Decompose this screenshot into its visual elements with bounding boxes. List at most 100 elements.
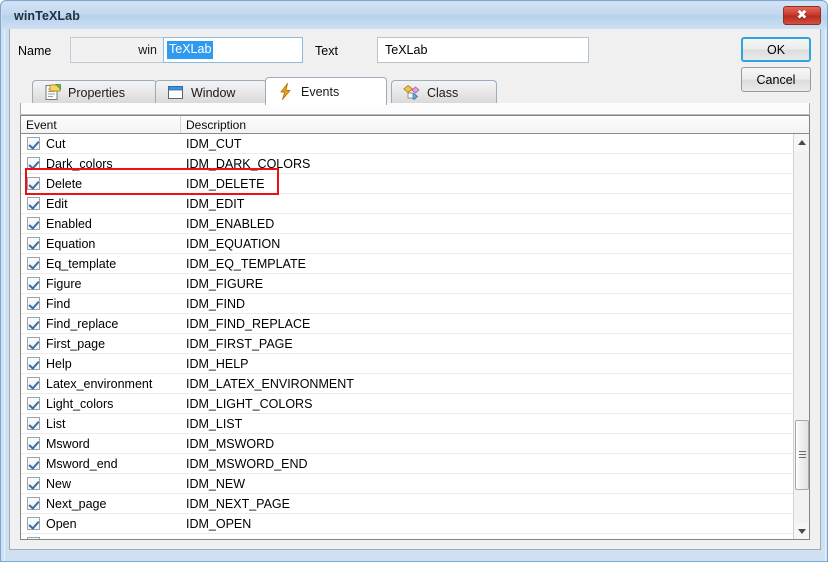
tab-properties-label: Properties bbox=[68, 85, 125, 100]
close-button[interactable]: ✖ bbox=[783, 6, 821, 25]
checkbox-checked-icon[interactable] bbox=[27, 517, 40, 530]
table-row[interactable]: Find_replace IDM_FIND_REPLACE bbox=[21, 314, 793, 334]
row-description-cell: IDM_DELETE bbox=[186, 176, 265, 191]
row-event-cell: Find_replace bbox=[21, 317, 181, 331]
checkbox-checked-icon[interactable] bbox=[27, 177, 40, 190]
row-event-label: Dark_colors bbox=[46, 156, 113, 171]
checkbox-checked-icon[interactable] bbox=[27, 437, 40, 450]
name-field-group: win TeXLab bbox=[70, 37, 303, 63]
row-event-cell: Msword_end bbox=[21, 457, 181, 471]
row-event-label: List bbox=[46, 416, 66, 431]
row-description-cell: IDM_LIST bbox=[186, 416, 243, 431]
row-event-cell: Dark_colors bbox=[21, 157, 181, 171]
table-row[interactable]: Find IDM_FIND bbox=[21, 294, 793, 314]
table-row[interactable]: Equation IDM_EQUATION bbox=[21, 234, 793, 254]
row-description-cell: IDM_NEW bbox=[186, 476, 246, 491]
row-description-cell: IDM_NEXT_PAGE bbox=[186, 496, 290, 511]
dialog-bottom-padding bbox=[10, 541, 820, 549]
dialog-client-area: Name win TeXLab Text TeXLab OK Cancel Pr… bbox=[9, 29, 821, 550]
row-description-cell: IDM_MSWORD bbox=[186, 436, 275, 451]
checkbox-checked-icon[interactable] bbox=[27, 297, 40, 310]
row-event-cell: First_page bbox=[21, 337, 181, 351]
tab-events[interactable]: Events bbox=[265, 77, 387, 105]
checkbox-checked-icon[interactable] bbox=[27, 357, 40, 370]
checkbox-checked-icon[interactable] bbox=[27, 257, 40, 270]
scrollbar-thumb[interactable] bbox=[795, 420, 809, 490]
row-description-cell: IDM_FIRST_PAGE bbox=[186, 336, 293, 351]
row-event-label: Edit bbox=[46, 196, 68, 211]
table-row[interactable]: First_page IDM_FIRST_PAGE bbox=[21, 334, 793, 354]
checkbox-checked-icon[interactable] bbox=[27, 337, 40, 350]
checkbox-checked-icon[interactable] bbox=[27, 397, 40, 410]
row-event-cell: Light_colors bbox=[21, 397, 181, 411]
table-row[interactable]: Eq_template IDM_EQ_TEMPLATE bbox=[21, 254, 793, 274]
checkbox-checked-icon[interactable] bbox=[27, 317, 40, 330]
row-description-cell: IDM_ENABLED bbox=[186, 216, 275, 231]
row-description-cell: IDM_PASTE bbox=[181, 537, 793, 540]
table-row[interactable]: Enabled IDM_ENABLED bbox=[21, 214, 793, 234]
checkbox-checked-icon[interactable] bbox=[27, 237, 40, 250]
table-row[interactable]: Delete IDM_DELETE bbox=[21, 174, 793, 194]
row-event-cell: Figure bbox=[21, 277, 181, 291]
tab-class[interactable]: Class bbox=[391, 80, 497, 104]
scroll-down-button[interactable] bbox=[794, 523, 809, 539]
row-event-cell: Find bbox=[21, 297, 181, 311]
checkbox-checked-icon[interactable] bbox=[27, 217, 40, 230]
row-description-cell: IDM_FIGURE bbox=[186, 276, 264, 291]
column-header-event[interactable]: Event bbox=[21, 116, 181, 133]
row-description-cell: IDM_CUT bbox=[186, 136, 242, 151]
row-description-cell: IDM_LIGHT_COLORS bbox=[186, 396, 313, 411]
table-row[interactable]: Open IDM_OPEN bbox=[21, 514, 793, 534]
row-event-label: Find_replace bbox=[46, 316, 119, 331]
row-event-cell: Msword bbox=[21, 437, 181, 451]
checkbox-checked-icon[interactable] bbox=[27, 537, 40, 539]
row-event-cell: Help bbox=[21, 357, 181, 371]
row-event-cell: Equation bbox=[21, 237, 181, 251]
ok-button[interactable]: OK bbox=[741, 37, 811, 62]
checkbox-checked-icon[interactable] bbox=[27, 497, 40, 510]
table-row[interactable]: List IDM_LIST bbox=[21, 414, 793, 434]
checkbox-checked-icon[interactable] bbox=[27, 477, 40, 490]
checkbox-checked-icon[interactable] bbox=[27, 197, 40, 210]
row-event-label: Cut bbox=[46, 136, 66, 151]
tab-content-top-strip bbox=[20, 103, 810, 115]
table-row[interactable]: Light_colors IDM_LIGHT_COLORS bbox=[21, 394, 793, 414]
table-row[interactable]: Latex_environment IDM_LATEX_ENVIRONMENT bbox=[21, 374, 793, 394]
table-row[interactable]: New IDM_NEW bbox=[21, 474, 793, 494]
scroll-up-button[interactable] bbox=[794, 134, 809, 151]
name-prefix-box: win bbox=[70, 37, 163, 63]
table-row[interactable]: Msword IDM_MSWORD bbox=[21, 434, 793, 454]
checkbox-checked-icon[interactable] bbox=[27, 157, 40, 170]
vertical-scrollbar[interactable] bbox=[793, 134, 809, 539]
name-input-value: TeXLab bbox=[167, 41, 214, 59]
row-event-label: Figure bbox=[46, 276, 82, 291]
table-row[interactable]: Next_page IDM_NEXT_PAGE bbox=[21, 494, 793, 514]
table-row[interactable]: Cut IDM_CUT bbox=[21, 134, 793, 154]
table-row[interactable]: Figure IDM_FIGURE bbox=[21, 274, 793, 294]
checkbox-checked-icon[interactable] bbox=[27, 377, 40, 390]
field-row: Name win TeXLab Text TeXLab OK Cancel bbox=[10, 29, 820, 92]
row-event-label: Next_page bbox=[46, 496, 107, 511]
row-event-label: Latex_environment bbox=[46, 376, 153, 391]
tab-properties[interactable]: Properties bbox=[32, 80, 157, 104]
checkbox-checked-icon[interactable] bbox=[27, 457, 40, 470]
row-event-label: New bbox=[46, 476, 72, 491]
row-description-cell: IDM_FIND bbox=[186, 296, 246, 311]
text-input[interactable]: TeXLab bbox=[377, 37, 589, 63]
checkbox-checked-icon[interactable] bbox=[27, 277, 40, 290]
checkbox-checked-icon[interactable] bbox=[27, 417, 40, 430]
table-row[interactable]: Dark_colors IDM_DARK_COLORS bbox=[21, 154, 793, 174]
checkbox-checked-icon[interactable] bbox=[27, 137, 40, 150]
name-input[interactable]: TeXLab bbox=[163, 37, 303, 63]
row-event-cell: List bbox=[21, 417, 181, 431]
list-header: Event Description bbox=[21, 116, 809, 134]
row-description-cell: IDM_LATEX_ENVIRONMENT bbox=[186, 376, 354, 391]
table-row[interactable]: Msword_end IDM_MSWORD_END bbox=[21, 454, 793, 474]
table-row[interactable]: Paste IDM_PASTE bbox=[21, 534, 793, 540]
table-row[interactable]: Edit IDM_EDIT bbox=[21, 194, 793, 214]
tab-window[interactable]: Window bbox=[155, 80, 267, 104]
row-event-label: First_page bbox=[46, 336, 106, 351]
title-bar[interactable]: winTeXLab ✖ bbox=[2, 2, 827, 29]
column-header-description[interactable]: Description bbox=[181, 116, 794, 133]
table-row[interactable]: Help IDM_HELP bbox=[21, 354, 793, 374]
